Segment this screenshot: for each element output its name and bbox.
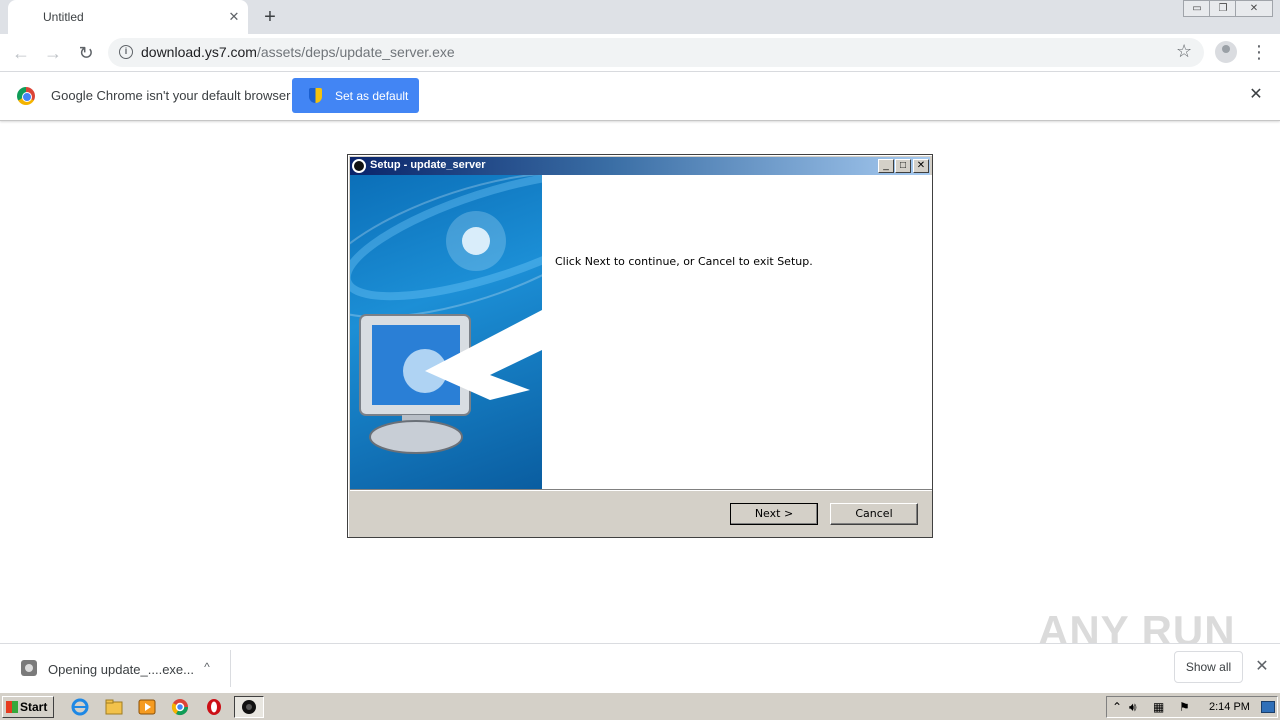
address-bar[interactable]: i download.ys7.com/assets/deps/update_se… xyxy=(108,38,1204,67)
system-tray: ⌃ 🔊︎ ▦ ⚑ 2:14 PM xyxy=(1106,696,1278,718)
profile-avatar-icon[interactable] xyxy=(1215,41,1237,63)
url-host: download.ys7.com xyxy=(141,44,257,60)
monitor-graphic-icon xyxy=(350,175,542,454)
chrome-logo-icon xyxy=(17,87,35,105)
internet-explorer-icon[interactable] xyxy=(69,697,91,717)
chrome-menu-icon[interactable]: ⋮ xyxy=(1250,41,1268,65)
tab-title: Untitled xyxy=(43,10,84,24)
taskbar-clock[interactable]: 2:14 PM xyxy=(1209,701,1250,713)
setup-app-icon xyxy=(352,159,366,173)
opera-icon[interactable] xyxy=(203,697,225,717)
url-path: /assets/deps/update_server.exe xyxy=(256,44,455,60)
browser-tab[interactable]: Untitled ✕ xyxy=(8,0,248,34)
infobar-close-icon[interactable]: ✕ xyxy=(1247,86,1265,104)
wizard-instruction-text: Click Next to continue, or Cancel to exi… xyxy=(555,255,813,268)
dialog-title: Setup - update_server xyxy=(370,159,486,171)
uac-shield-icon xyxy=(309,88,322,103)
back-arrow-icon[interactable]: ← xyxy=(9,41,33,65)
chrome-taskbar-icon[interactable] xyxy=(169,697,191,717)
cancel-button[interactable]: Cancel xyxy=(830,503,918,525)
windows-logo-icon xyxy=(6,701,18,713)
download-file-icon xyxy=(21,660,37,676)
dialog-close-button[interactable]: ✕ xyxy=(913,159,929,173)
start-label: Start xyxy=(20,700,48,714)
url-text: download.ys7.com/assets/deps/update_serv… xyxy=(141,44,455,60)
action-center-flag-icon[interactable]: ⚑ xyxy=(1179,700,1190,714)
setup-taskbar-button[interactable] xyxy=(234,696,264,718)
new-tab-button[interactable]: + xyxy=(259,6,281,28)
set-as-default-button[interactable]: Set as default xyxy=(292,78,419,113)
download-separator xyxy=(230,650,231,687)
window-close-button[interactable]: ✕ xyxy=(1235,0,1273,17)
set-as-default-label: Set as default xyxy=(335,89,409,103)
download-options-chevron-icon[interactable]: ^ xyxy=(198,658,216,676)
bookmark-star-icon[interactable]: ☆ xyxy=(1176,41,1192,62)
download-shelf: Opening update_....exe... ^ Show all ✕ xyxy=(0,643,1280,692)
dialog-divider xyxy=(350,489,932,491)
show-all-button[interactable]: Show all xyxy=(1174,651,1243,683)
setup-dialog: Setup - update_server _ □ ✕ Click Next t… xyxy=(347,154,933,538)
next-button[interactable]: Next > xyxy=(730,503,818,525)
wizard-banner-image xyxy=(350,175,542,489)
infobar-message: Google Chrome isn't your default browser xyxy=(51,88,291,103)
dialog-titlebar[interactable]: Setup - update_server _ □ ✕ xyxy=(350,157,930,175)
download-item-label[interactable]: Opening update_....exe... xyxy=(48,662,194,677)
file-explorer-icon[interactable] xyxy=(103,697,125,717)
reload-icon[interactable]: ↻ xyxy=(74,41,98,65)
window-restore-button[interactable]: ❐ xyxy=(1209,0,1237,17)
dialog-maximize-button[interactable]: □ xyxy=(895,159,911,173)
default-browser-infobar: Google Chrome isn't your default browser… xyxy=(0,72,1280,121)
volume-icon[interactable]: 🔊︎ xyxy=(1129,700,1137,715)
dialog-minimize-button[interactable]: _ xyxy=(878,159,894,173)
network-icon[interactable]: ▦ xyxy=(1153,700,1164,714)
browser-toolbar: ← → ↻ i download.ys7.com/assets/deps/upd… xyxy=(0,34,1280,72)
tray-expand-icon[interactable]: ⌃ xyxy=(1112,700,1122,714)
media-player-icon[interactable] xyxy=(136,697,158,717)
window-minimize-button[interactable]: ▭ xyxy=(1183,0,1211,17)
show-desktop-icon[interactable] xyxy=(1261,701,1275,713)
tab-strip: Untitled ✕ + ▭ ❐ ✕ xyxy=(0,0,1280,34)
site-info-icon[interactable]: i xyxy=(119,45,133,59)
shelf-close-icon[interactable]: ✕ xyxy=(1253,658,1271,676)
tab-close-icon[interactable]: ✕ xyxy=(226,9,242,25)
wizard-content-panel: Click Next to continue, or Cancel to exi… xyxy=(542,175,932,489)
forward-arrow-icon[interactable]: → xyxy=(41,41,65,65)
windows-taskbar: Start ⌃ 🔊︎ ▦ ⚑ 2:14 PM xyxy=(0,692,1280,720)
start-button[interactable]: Start xyxy=(2,696,54,718)
